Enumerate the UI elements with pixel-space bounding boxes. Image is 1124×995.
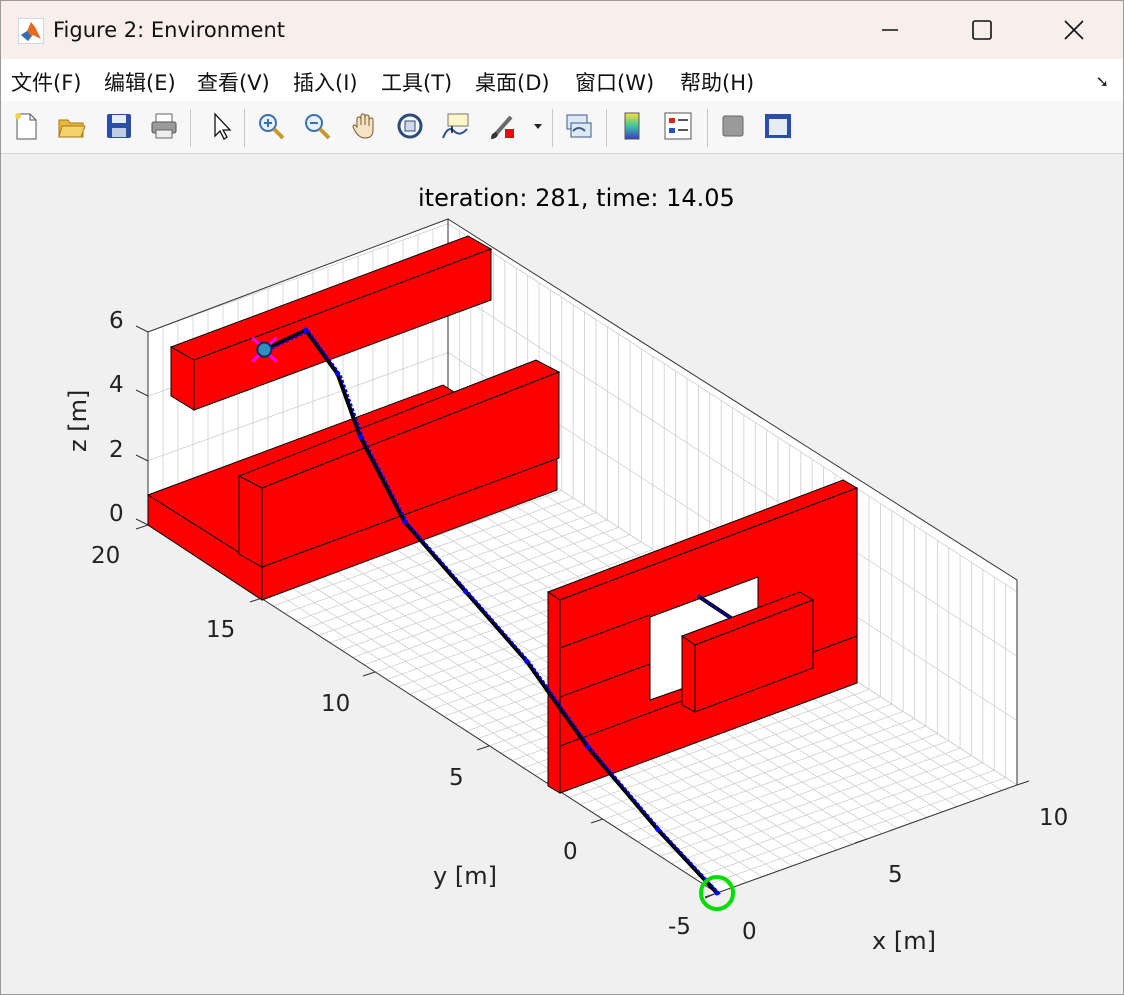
z-ticks <box>135 325 149 526</box>
z-tick-label: 2 <box>109 437 124 463</box>
x-axis-label: x [m] <box>872 927 936 955</box>
trajectory-point <box>463 589 469 594</box>
x-tick-label: 5 <box>888 862 903 888</box>
trajectory-point <box>524 658 530 664</box>
plot-title: iteration: 281, time: 14.05 <box>418 184 735 212</box>
z-axis-label: z [m] <box>64 389 92 452</box>
z-tick-label: 4 <box>109 372 124 398</box>
trajectory-point <box>655 827 661 832</box>
y-tick-label: 15 <box>206 617 236 643</box>
y-tick-label: 10 <box>321 691 351 717</box>
axes-3d[interactable] <box>0 0 1124 995</box>
trajectory-point <box>335 371 341 377</box>
trajectory-point <box>585 744 591 750</box>
z-tick-label: 0 <box>109 501 124 527</box>
y-tick-label: 0 <box>563 839 578 865</box>
trajectory-point <box>303 327 309 333</box>
trajectory-point <box>402 519 408 525</box>
x-tick-label: 10 <box>1039 805 1069 831</box>
x-tick-label: 0 <box>742 919 757 945</box>
trajectory-point <box>714 890 720 896</box>
y-axis-label: y [m] <box>433 862 497 890</box>
y-tick-label: 20 <box>91 543 121 569</box>
trajectory-point <box>357 434 363 440</box>
y-tick-label: -5 <box>668 914 691 940</box>
y-tick-label: 5 <box>449 765 464 791</box>
vehicle-marker <box>256 341 273 358</box>
z-tick-label: 6 <box>109 308 124 334</box>
